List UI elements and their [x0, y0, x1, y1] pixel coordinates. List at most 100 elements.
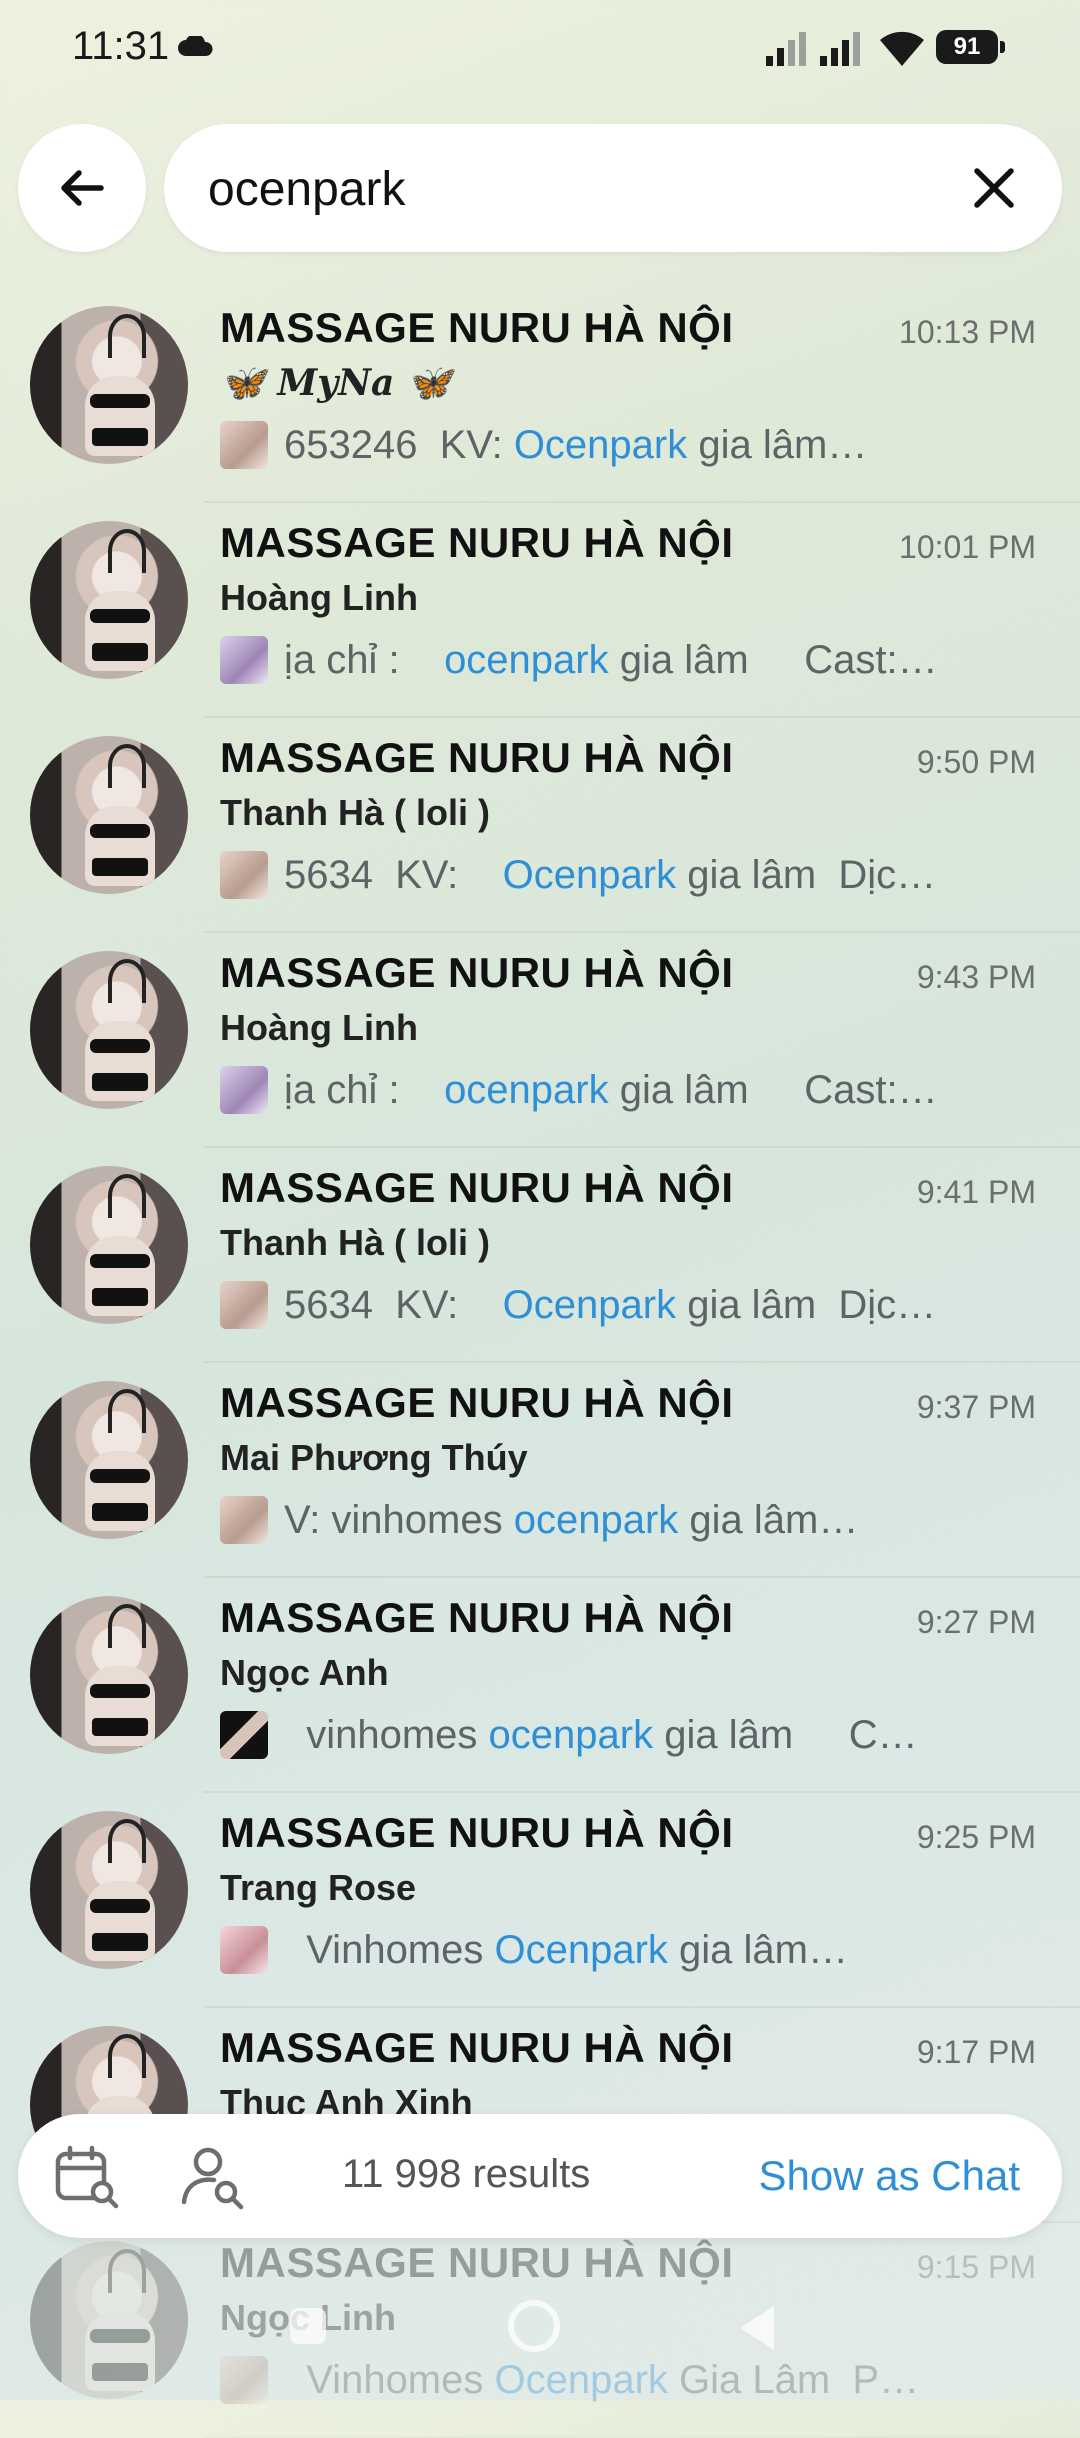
search-bar[interactable] [164, 124, 1062, 252]
preview-match-highlight: Ocenpark [502, 1282, 677, 1327]
message-preview: 653246 KV: Ocenpark gia lâm… [220, 418, 1020, 472]
preview-match-highlight: Ocenpark [494, 1927, 668, 1972]
message-sender: Hoàng Linh [220, 577, 418, 618]
media-thumbnail [220, 1926, 268, 1974]
wifi-icon [880, 31, 924, 66]
preview-text-before: 5634 KV: [284, 852, 503, 897]
preview-text-after: gia lâm… [687, 422, 868, 467]
message-time: 10:13 PM [899, 314, 1036, 350]
clear-search-button[interactable] [954, 148, 1034, 228]
chat-title: MASSAGE NURU HÀ NỘI [220, 2239, 734, 2286]
show-as-chat-button[interactable]: Show as Chat [759, 2152, 1020, 2200]
preview-text-after: gia lâm… [678, 1497, 859, 1542]
preview-text-after: gia lâm Dịc… [676, 1282, 937, 1327]
signal-icon-sim1 [766, 32, 806, 66]
media-thumbnail [220, 1711, 268, 1759]
message-preview: ịa chỉ : ocenpark gia lâm Cast:… [220, 1063, 1020, 1117]
message-time: 9:27 PM [916, 1604, 1036, 1640]
chat-avatar [30, 951, 188, 1109]
preview-text-after: gia lâm Cast:… [608, 637, 938, 682]
chat-avatar [30, 736, 188, 894]
chat-avatar [30, 1811, 188, 1969]
signal-icon-sim2 [820, 32, 860, 66]
user-search-icon[interactable] [178, 2142, 248, 2212]
chat-result-row[interactable]: MASSAGE NURU HÀ NỘI 10:13 PM 🦋 𝑴𝒚𝑵𝒂 🦋 65… [0, 288, 1080, 503]
media-thumbnail [220, 636, 268, 684]
chat-title: MASSAGE NURU HÀ NỘI [220, 1809, 734, 1856]
chat-result-row[interactable]: MASSAGE NURU HÀ NỘI 9:27 PM Ngọc Anh vin… [0, 1578, 1080, 1793]
message-time: 9:43 PM [916, 959, 1036, 995]
status-bar: 11:31 91 [0, 0, 1080, 96]
results-count: 11 998 results [342, 2152, 591, 2196]
chat-result-row[interactable]: MASSAGE NURU HÀ NỘI 9:37 PM Mai Phương T… [0, 1363, 1080, 1578]
message-time: 9:41 PM [916, 1174, 1036, 1210]
preview-match-highlight: ocenpark [444, 637, 609, 682]
battery-icon: 91 [936, 30, 998, 64]
message-time: 9:15 PM [916, 2249, 1036, 2285]
message-time: 9:25 PM [916, 1819, 1036, 1855]
preview-text-after: gia lâm… [667, 1927, 848, 1972]
search-input[interactable] [206, 152, 930, 226]
message-time: 9:37 PM [916, 1389, 1036, 1425]
message-sender: Thanh Hà ( loli ) [220, 1222, 490, 1263]
message-sender: Mai Phương Thúy [220, 1437, 528, 1478]
chat-result-row[interactable]: MASSAGE NURU HÀ NỘI 9:50 PM Thanh Hà ( l… [0, 718, 1080, 933]
preview-match-highlight: ocenpark [488, 1712, 654, 1757]
media-thumbnail [220, 1496, 268, 1544]
message-preview: vinhomes ocenpark gia lâm C… [220, 1708, 1020, 1762]
chat-result-row[interactable]: MASSAGE NURU HÀ NỘI 9:25 PM Trang Rose V… [0, 1793, 1080, 2008]
chat-title: MASSAGE NURU HÀ NỘI [220, 1594, 734, 1641]
chat-avatar [30, 521, 188, 679]
preview-text-after: gia lâm Cast:… [608, 1067, 938, 1112]
message-sender: Hoàng Linh [220, 1007, 418, 1048]
message-preview: V: vinhomes ocenpark gia lâm… [220, 1493, 1020, 1547]
media-thumbnail [220, 1281, 268, 1329]
chat-avatar [30, 1381, 188, 1539]
chat-title: MASSAGE NURU HÀ NỘI [220, 304, 734, 351]
chat-avatar [30, 306, 188, 464]
chat-result-row[interactable]: MASSAGE NURU HÀ NỘI 10:01 PM Hoàng Linh … [0, 503, 1080, 718]
preview-match-highlight: ocenpark [513, 1497, 679, 1542]
preview-text-after: gia lâm C… [653, 1712, 918, 1757]
cloud-icon [178, 36, 213, 56]
status-time: 11:31 [72, 24, 170, 68]
message-sender: Trang Rose [220, 1867, 417, 1908]
calendar-search-icon[interactable] [52, 2142, 122, 2212]
message-preview: 5634 KV: Ocenpark gia lâm Dịc… [220, 1278, 1020, 1332]
media-thumbnail [220, 851, 268, 899]
message-sender: 🦋 𝑴𝒚𝑵𝒂 🦋 [220, 362, 452, 404]
preview-match-highlight: ocenpark [444, 1067, 609, 1112]
chat-title: MASSAGE NURU HÀ NỘI [220, 734, 734, 781]
chat-avatar [30, 1166, 188, 1324]
nav-back-icon[interactable] [740, 2306, 774, 2350]
chat-title: MASSAGE NURU HÀ NỘI [220, 949, 734, 996]
chat-result-row[interactable]: MASSAGE NURU HÀ NỘI 9:41 PM Thanh Hà ( l… [0, 1148, 1080, 1363]
preview-text-before: Vinhomes [284, 1927, 495, 1972]
chat-title: MASSAGE NURU HÀ NỘI [220, 1164, 734, 1211]
media-thumbnail [220, 1066, 268, 1114]
chat-avatar [30, 1596, 188, 1754]
battery-tip [1000, 41, 1005, 53]
chat-result-row[interactable]: MASSAGE NURU HÀ NỘI 9:43 PM Hoàng Linh ị… [0, 933, 1080, 1148]
media-thumbnail [220, 421, 268, 469]
preview-text-before: 653246 KV: [284, 422, 514, 467]
message-preview: Vinhomes Ocenpark gia lâm… [220, 1923, 1020, 1977]
message-time: 9:17 PM [916, 2034, 1036, 2070]
arrow-left-icon [61, 170, 104, 206]
preview-text-after: gia lâm Dịc… [676, 852, 937, 897]
message-sender: Thanh Hà ( loli ) [220, 792, 490, 833]
preview-match-highlight: Ocenpark [513, 422, 688, 467]
back-button[interactable] [18, 124, 146, 252]
search-bottom-bar: 11 998 results Show as Chat [18, 2114, 1062, 2238]
message-sender: Ngọc Anh [220, 1652, 389, 1693]
chat-title: MASSAGE NURU HÀ NỘI [220, 2024, 734, 2071]
home-icon[interactable] [508, 2300, 560, 2352]
recents-icon[interactable] [290, 2308, 326, 2344]
message-time: 9:50 PM [916, 744, 1036, 780]
close-icon [974, 168, 1014, 208]
preview-text-before: vinhomes [284, 1712, 489, 1757]
preview-match-highlight: Ocenpark [502, 852, 677, 897]
preview-text-before: ịa chỉ : [284, 637, 445, 682]
chat-title: MASSAGE NURU HÀ NỘI [220, 1379, 734, 1426]
chat-title: MASSAGE NURU HÀ NỘI [220, 519, 734, 566]
